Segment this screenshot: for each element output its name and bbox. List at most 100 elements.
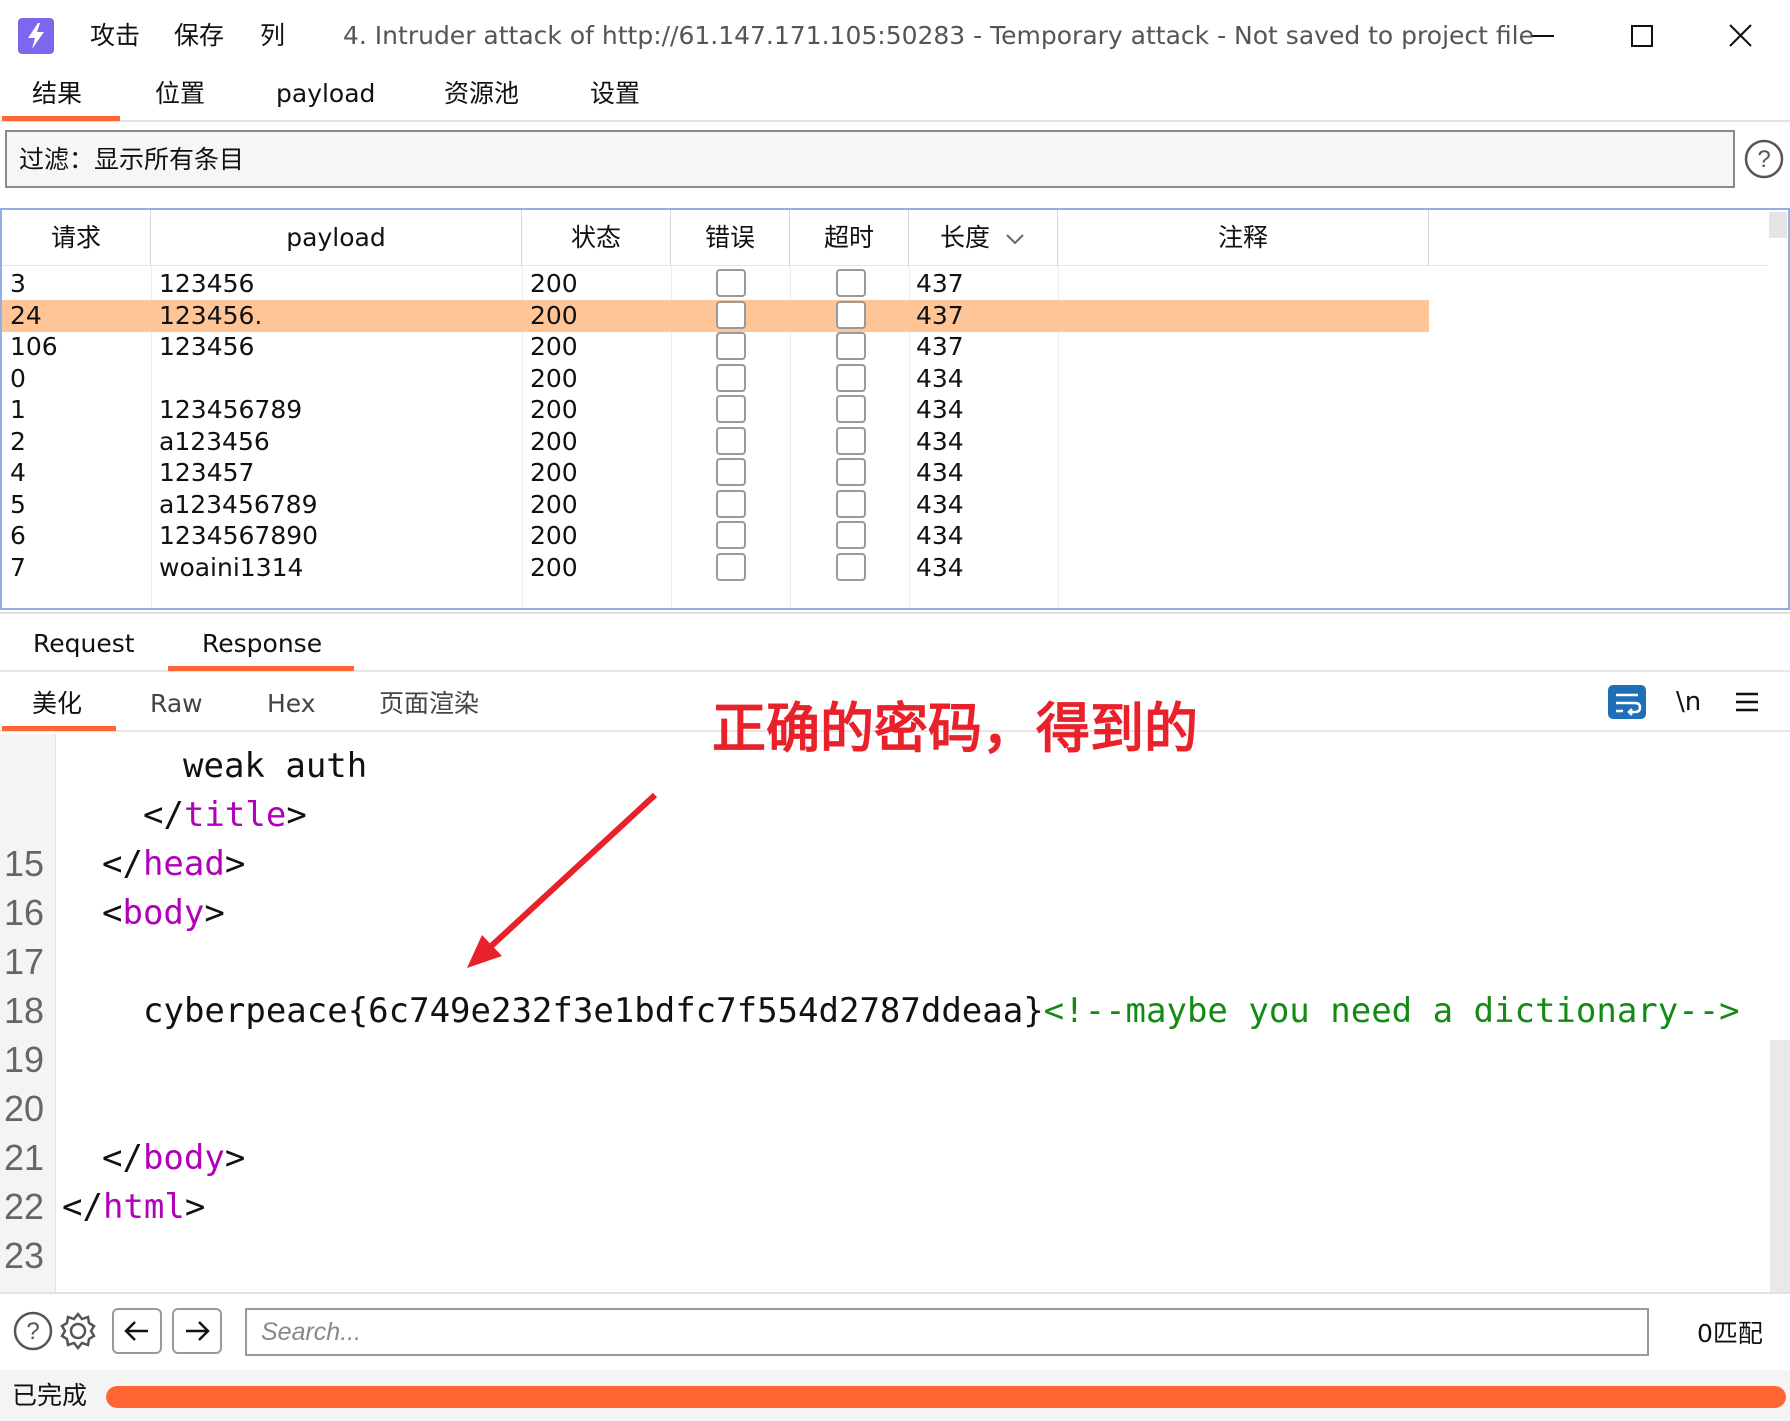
title-bar: 攻击 保存 列 4. Intruder attack of http://61.… xyxy=(0,0,1790,72)
checkbox-error[interactable] xyxy=(716,332,746,360)
tab-results[interactable]: 结果 xyxy=(32,78,82,110)
checkbox-error[interactable] xyxy=(716,521,746,549)
code-line-21: </body> xyxy=(102,1138,246,1178)
column-header-length-label: 长度 xyxy=(940,223,991,252)
checkbox-error[interactable] xyxy=(716,426,746,455)
word-wrap-icon[interactable] xyxy=(1607,684,1647,720)
status-bar: 已完成 xyxy=(0,1370,1790,1421)
checkbox-error[interactable] xyxy=(716,458,746,486)
checkbox-timeout[interactable] xyxy=(836,300,866,329)
active-tab-indicator xyxy=(168,666,354,671)
cell-payload: 123456 xyxy=(159,332,255,361)
checkbox-error[interactable] xyxy=(716,300,746,329)
line-number: 22 xyxy=(4,1186,45,1227)
progress-bar xyxy=(106,1386,1786,1408)
checkbox-error[interactable] xyxy=(716,395,746,423)
annotation-text: 正确的密码，得到的 xyxy=(712,697,1198,760)
column-header-length[interactable]: 长度 xyxy=(909,210,1058,266)
checkbox-timeout[interactable] xyxy=(836,269,866,297)
arrow-right-icon xyxy=(186,1321,210,1341)
help-icon[interactable]: ? xyxy=(12,1308,54,1358)
checkbox-timeout[interactable] xyxy=(836,363,866,392)
column-header-request[interactable]: 请求 xyxy=(2,210,151,266)
tab-render[interactable]: 页面渲染 xyxy=(379,688,479,720)
table-row[interactable]: 7 woaini1314 200 434 xyxy=(2,552,1772,588)
next-match-button[interactable] xyxy=(172,1308,222,1354)
cell-length: 434 xyxy=(916,552,964,582)
newline-toggle[interactable]: \n xyxy=(1676,684,1701,720)
tab-settings[interactable]: 设置 xyxy=(590,78,640,110)
line-number: 21 xyxy=(4,1137,45,1178)
checkbox-timeout[interactable] xyxy=(836,552,866,581)
tab-hex[interactable]: Hex xyxy=(267,688,316,720)
cell-request: 7 xyxy=(10,552,26,582)
line-number-gutter: 15 16 17 18 19 20 21 22 23 xyxy=(0,734,56,1292)
line-number: 17 xyxy=(4,941,45,982)
arrow-left-icon xyxy=(124,1321,148,1341)
column-header-timeout[interactable]: 超时 xyxy=(790,210,909,266)
table-scrollbar[interactable] xyxy=(1768,210,1788,608)
tab-response[interactable]: Response xyxy=(202,628,322,660)
line-number: 23 xyxy=(4,1235,45,1276)
code-line-close-title: </title> xyxy=(143,795,307,835)
column-header-status[interactable]: 状态 xyxy=(522,210,671,266)
checkbox-error[interactable] xyxy=(716,363,746,392)
column-header-error[interactable]: 错误 xyxy=(671,210,790,266)
response-editor[interactable]: 15 16 17 18 19 20 21 22 23 weak auth </t… xyxy=(0,734,1790,1292)
search-input[interactable] xyxy=(245,1308,1649,1356)
code-line-16: <body> xyxy=(102,893,225,933)
checkbox-error[interactable] xyxy=(716,489,746,518)
line-number: 15 xyxy=(4,843,45,884)
match-count: 0匹配 xyxy=(1697,1319,1763,1348)
maximize-icon[interactable] xyxy=(1620,16,1664,56)
checkbox-timeout[interactable] xyxy=(836,458,866,486)
menu-columns[interactable]: 列 xyxy=(260,20,285,52)
line-number: 18 xyxy=(4,990,45,1031)
editor-scrollbar[interactable] xyxy=(1770,1040,1790,1292)
gear-icon[interactable] xyxy=(56,1308,100,1358)
tab-request[interactable]: Request xyxy=(33,628,135,660)
line-number: 20 xyxy=(4,1088,45,1129)
help-icon[interactable]: ? xyxy=(1743,138,1785,184)
tab-positions[interactable]: 位置 xyxy=(155,78,205,110)
hamburger-menu-icon[interactable] xyxy=(1733,688,1761,716)
code-line-18: cyberpeace{6c749e232f3e1bdfc7f554d2787dd… xyxy=(143,989,1740,1033)
menu-save[interactable]: 保存 xyxy=(174,20,224,52)
search-bar: ? 0匹配 xyxy=(0,1292,1790,1370)
request-response-tabs: Request Response xyxy=(0,612,1790,672)
close-icon[interactable] xyxy=(1718,16,1762,56)
svg-text:?: ? xyxy=(1757,146,1770,173)
tab-raw[interactable]: Raw xyxy=(150,688,203,720)
minimize-icon[interactable] xyxy=(1520,16,1564,56)
sort-descending-icon xyxy=(1006,234,1024,245)
window-title: 4. Intruder attack of http://61.147.171.… xyxy=(343,21,1534,50)
flag-text: cyberpeace{6c749e232f3e1bdfc7f554d2787dd… xyxy=(143,991,1044,1031)
previous-match-button[interactable] xyxy=(112,1308,162,1354)
filter-bar[interactable]: 过滤：显示所有条目 xyxy=(5,130,1735,188)
checkbox-timeout[interactable] xyxy=(836,332,866,360)
status-text: 已完成 xyxy=(12,1381,88,1410)
checkbox-timeout[interactable] xyxy=(836,489,866,518)
checkbox-timeout[interactable] xyxy=(836,395,866,423)
code-line-15: </head> xyxy=(102,844,246,884)
line-number: 19 xyxy=(4,1039,45,1080)
tab-resource-pool[interactable]: 资源池 xyxy=(444,78,519,110)
column-header-comment[interactable]: 注释 xyxy=(1058,210,1429,266)
tab-pretty[interactable]: 美化 xyxy=(32,688,82,720)
code-line-title-text: weak auth xyxy=(183,746,368,786)
active-tab-indicator xyxy=(2,726,116,731)
cell-status: 200 xyxy=(530,552,578,582)
main-tabs: 结果 位置 payload 资源池 设置 xyxy=(0,72,1790,122)
code-line-22: </html> xyxy=(62,1187,206,1227)
checkbox-timeout[interactable] xyxy=(836,521,866,549)
filter-label: 过滤：显示所有条目 xyxy=(19,145,245,174)
checkbox-error[interactable] xyxy=(716,269,746,297)
cell-payload: woaini1314 xyxy=(159,552,304,582)
tab-payloads[interactable]: payload xyxy=(276,78,375,110)
column-header-payload[interactable]: payload xyxy=(151,210,522,266)
results-table[interactable]: 请求 payload 状态 错误 超时 长度 注释 3 123456 200 437 2… xyxy=(0,208,1790,610)
app-logo-icon xyxy=(18,18,54,54)
checkbox-timeout[interactable] xyxy=(836,426,866,455)
checkbox-error[interactable] xyxy=(716,552,746,581)
menu-attack[interactable]: 攻击 xyxy=(90,20,140,52)
